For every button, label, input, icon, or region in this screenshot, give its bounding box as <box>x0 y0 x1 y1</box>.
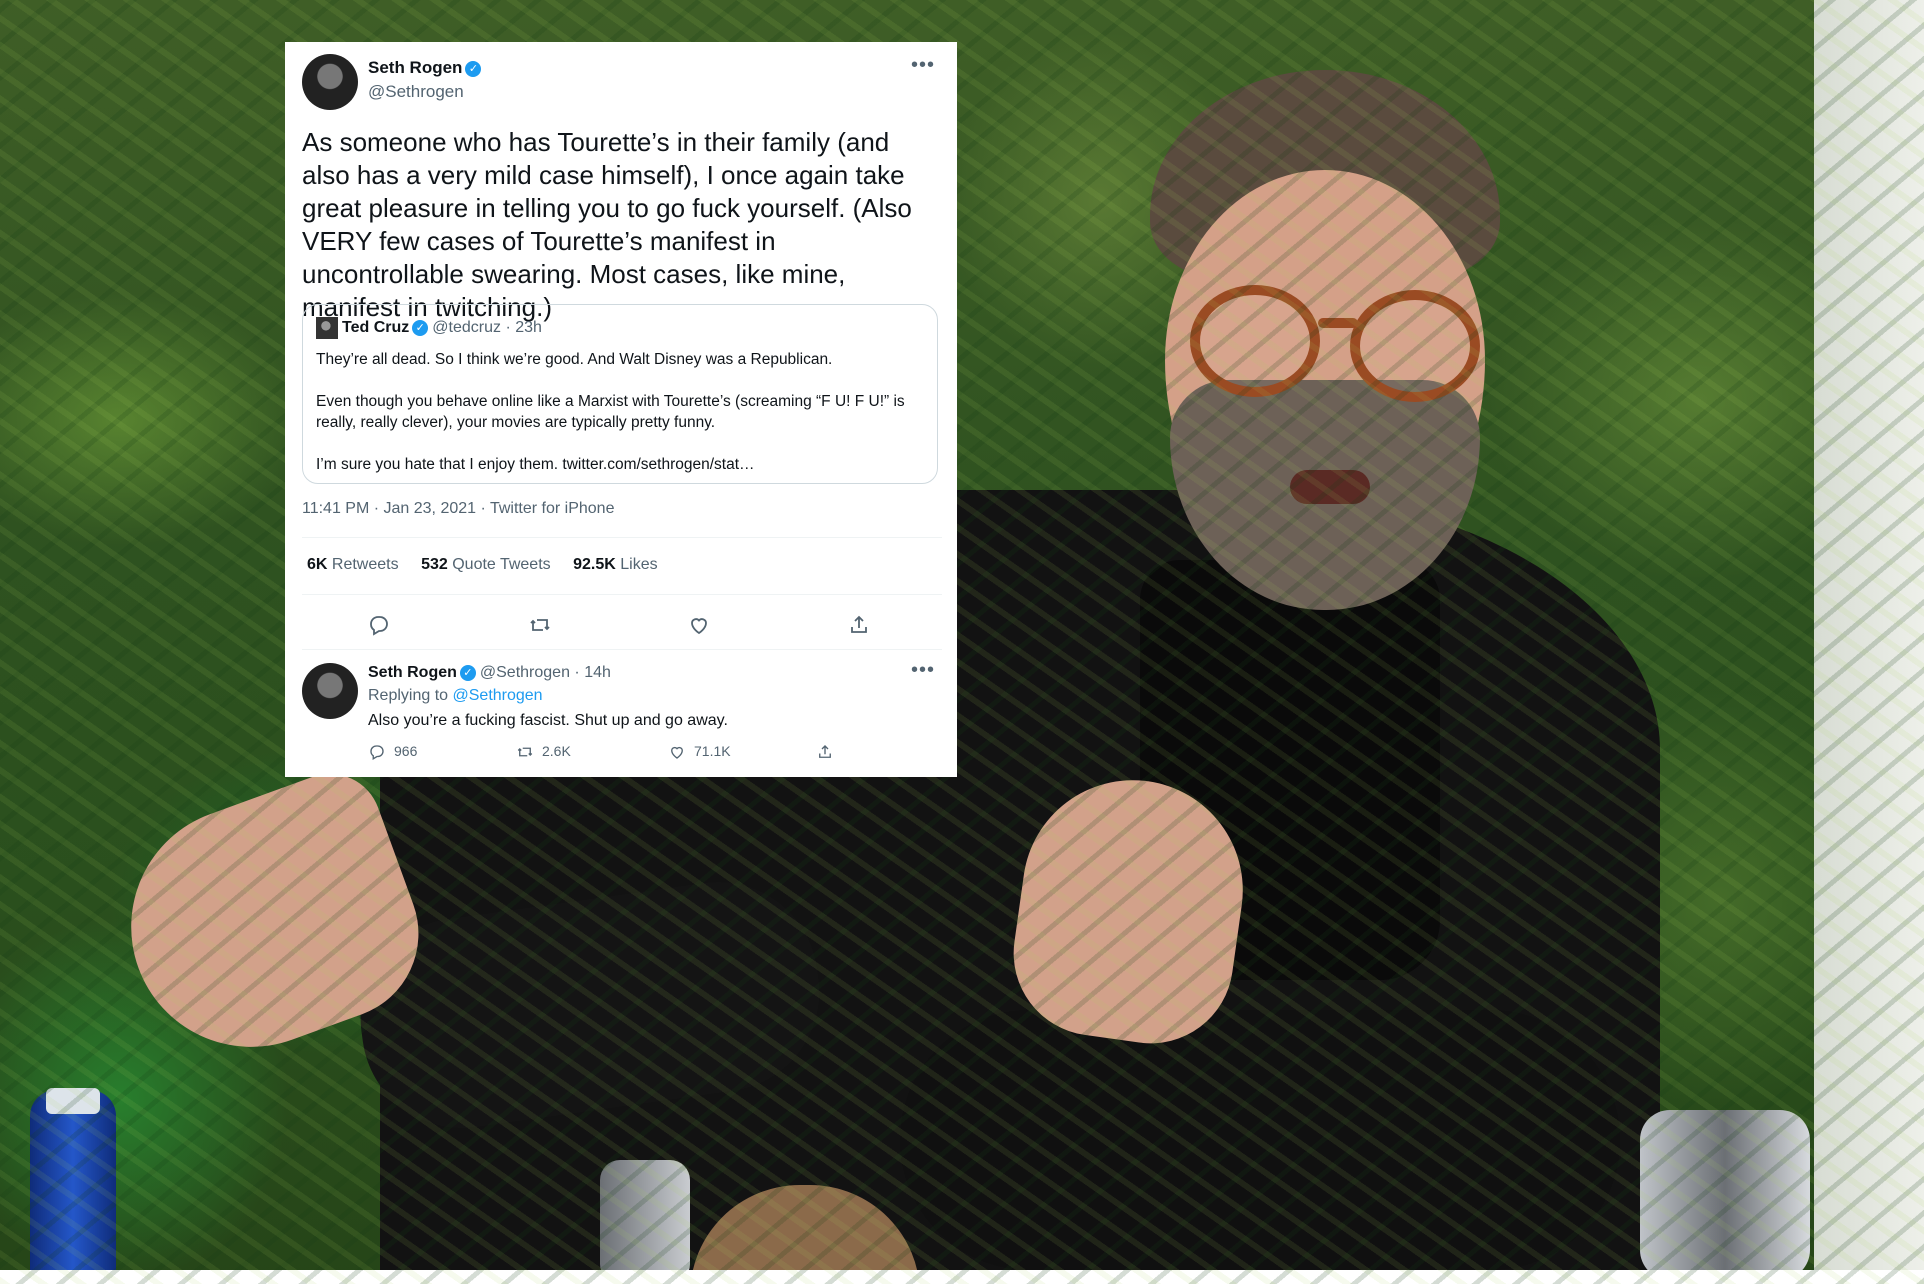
water-bottle-cap <box>46 1088 100 1114</box>
reply-retweet-count: 2.6K <box>542 743 571 759</box>
divider <box>302 594 942 595</box>
chair-leg <box>600 1160 690 1284</box>
verified-badge-icon: ✓ <box>465 60 482 77</box>
neck <box>1220 470 1420 610</box>
tweet-header: Seth Rogen ✓ @Sethrogen <box>368 58 482 102</box>
right-hand <box>1002 765 1258 1055</box>
glasses-right-lens <box>1350 290 1480 402</box>
mouth <box>1290 470 1370 504</box>
glasses-left-lens <box>1190 285 1320 397</box>
tweet-text: As someone who has Tourette’s in their f… <box>302 127 912 322</box>
reply-header: Seth Rogen ✓ @Sethrogen · 14h <box>368 664 611 682</box>
quoted-tweet-text: They’re all dead. So I think we’re good.… <box>316 349 916 496</box>
reply-time[interactable]: · 14h <box>574 664 610 681</box>
chair-arm <box>1640 1110 1810 1280</box>
share-upload-icon[interactable] <box>841 607 877 643</box>
heart-icon <box>671 747 683 760</box>
left-sleeve <box>347 869 833 1141</box>
replying-to: Replying to @Sethrogen <box>368 687 543 705</box>
retweets-label: Retweets <box>331 556 399 573</box>
share-upload-icon <box>819 745 831 759</box>
crossed-leg <box>900 1010 1620 1270</box>
reply-author-name[interactable]: Seth Rogen <box>368 664 457 681</box>
author-name[interactable]: Seth Rogen <box>368 58 462 77</box>
likes-label: Likes <box>620 556 658 573</box>
reply-like-count: 71.1K <box>694 743 731 759</box>
retweets-stat[interactable]: 6K Retweets <box>307 556 399 573</box>
replying-prefix: Replying to <box>368 687 449 704</box>
reply-reply-count: 966 <box>394 743 418 759</box>
reply-text: Also you’re a fucking fascist. Shut up a… <box>368 712 728 729</box>
tweet-card: Seth Rogen ✓ @Sethrogen ••• As someone wh… <box>285 42 957 777</box>
retweet-arrows-icon[interactable] <box>522 607 558 643</box>
wall-panel <box>1814 0 1924 1284</box>
reply-retweet-button[interactable]: 2.6K <box>516 739 571 763</box>
quoted-tweet[interactable]: Ted Cruz ✓ @tedcruz · 23h They’re all dead… <box>302 304 938 484</box>
quoted-paragraph: I’m sure you hate that I enjoy them. twi… <box>316 456 755 473</box>
likes-count: 92.5K <box>573 556 616 573</box>
divider <box>302 537 942 538</box>
reply-author-handle[interactable]: @Sethrogen <box>480 664 570 681</box>
more-options-icon[interactable]: ••• <box>911 54 935 77</box>
reply-bubble-icon[interactable] <box>361 607 397 643</box>
verified-badge-icon: ✓ <box>412 320 429 336</box>
shoe <box>690 1185 920 1284</box>
quoted-author-name: Ted Cruz <box>342 319 410 337</box>
retweets-count: 6K <box>307 556 328 573</box>
verified-badge-icon: ✓ <box>459 664 476 681</box>
beard <box>1170 380 1480 610</box>
bottom-border <box>0 1270 1924 1284</box>
reply-reply-button[interactable]: 966 <box>368 739 417 763</box>
reply-like-button[interactable]: 71.1K <box>668 739 731 763</box>
shirt <box>1140 560 1440 980</box>
tweet-stats: 6K Retweets 532 Quote Tweets 92.5K Likes <box>307 556 676 574</box>
quotes-label: Quote Tweets <box>452 556 551 573</box>
tweet-timestamp[interactable]: 11:41 PM · Jan 23, 2021 · Twitter for iP… <box>302 500 614 518</box>
quoted-author-handle: @tedcruz <box>432 319 501 337</box>
author-avatar[interactable] <box>302 54 358 110</box>
quoted-paragraph: Even though you behave online like a Mar… <box>316 393 905 431</box>
reply-bubble-icon <box>370 745 384 761</box>
retweet-arrows-icon <box>517 747 533 757</box>
more-options-icon[interactable]: ••• <box>911 659 935 682</box>
heart-icon[interactable] <box>681 607 717 643</box>
quotes-count: 532 <box>421 556 448 573</box>
left-hand <box>97 759 443 1081</box>
author-handle[interactable]: @Sethrogen <box>368 82 464 101</box>
reply-actions: 966 2.6K 71.1K <box>368 739 868 763</box>
quote-tweets-stat[interactable]: 532 Quote Tweets <box>421 556 551 573</box>
quoted-time: · 23h <box>505 319 542 337</box>
quoted-paragraph: They’re all dead. So I think we’re good.… <box>316 351 833 368</box>
reply-share-button[interactable] <box>816 739 842 763</box>
hair <box>1150 70 1500 280</box>
tweet-actions <box>285 607 957 643</box>
quoted-author-avatar <box>316 317 338 339</box>
likes-stat[interactable]: 92.5K Likes <box>573 556 658 573</box>
reply-author-avatar[interactable] <box>302 663 358 719</box>
divider <box>302 649 942 650</box>
quoted-tweet-header: Ted Cruz ✓ @tedcruz · 23h <box>316 317 542 339</box>
head <box>1165 170 1485 570</box>
glasses-bridge <box>1318 318 1358 328</box>
replying-to-link[interactable]: @Sethrogen <box>453 687 543 704</box>
water-bottle <box>30 1090 116 1284</box>
